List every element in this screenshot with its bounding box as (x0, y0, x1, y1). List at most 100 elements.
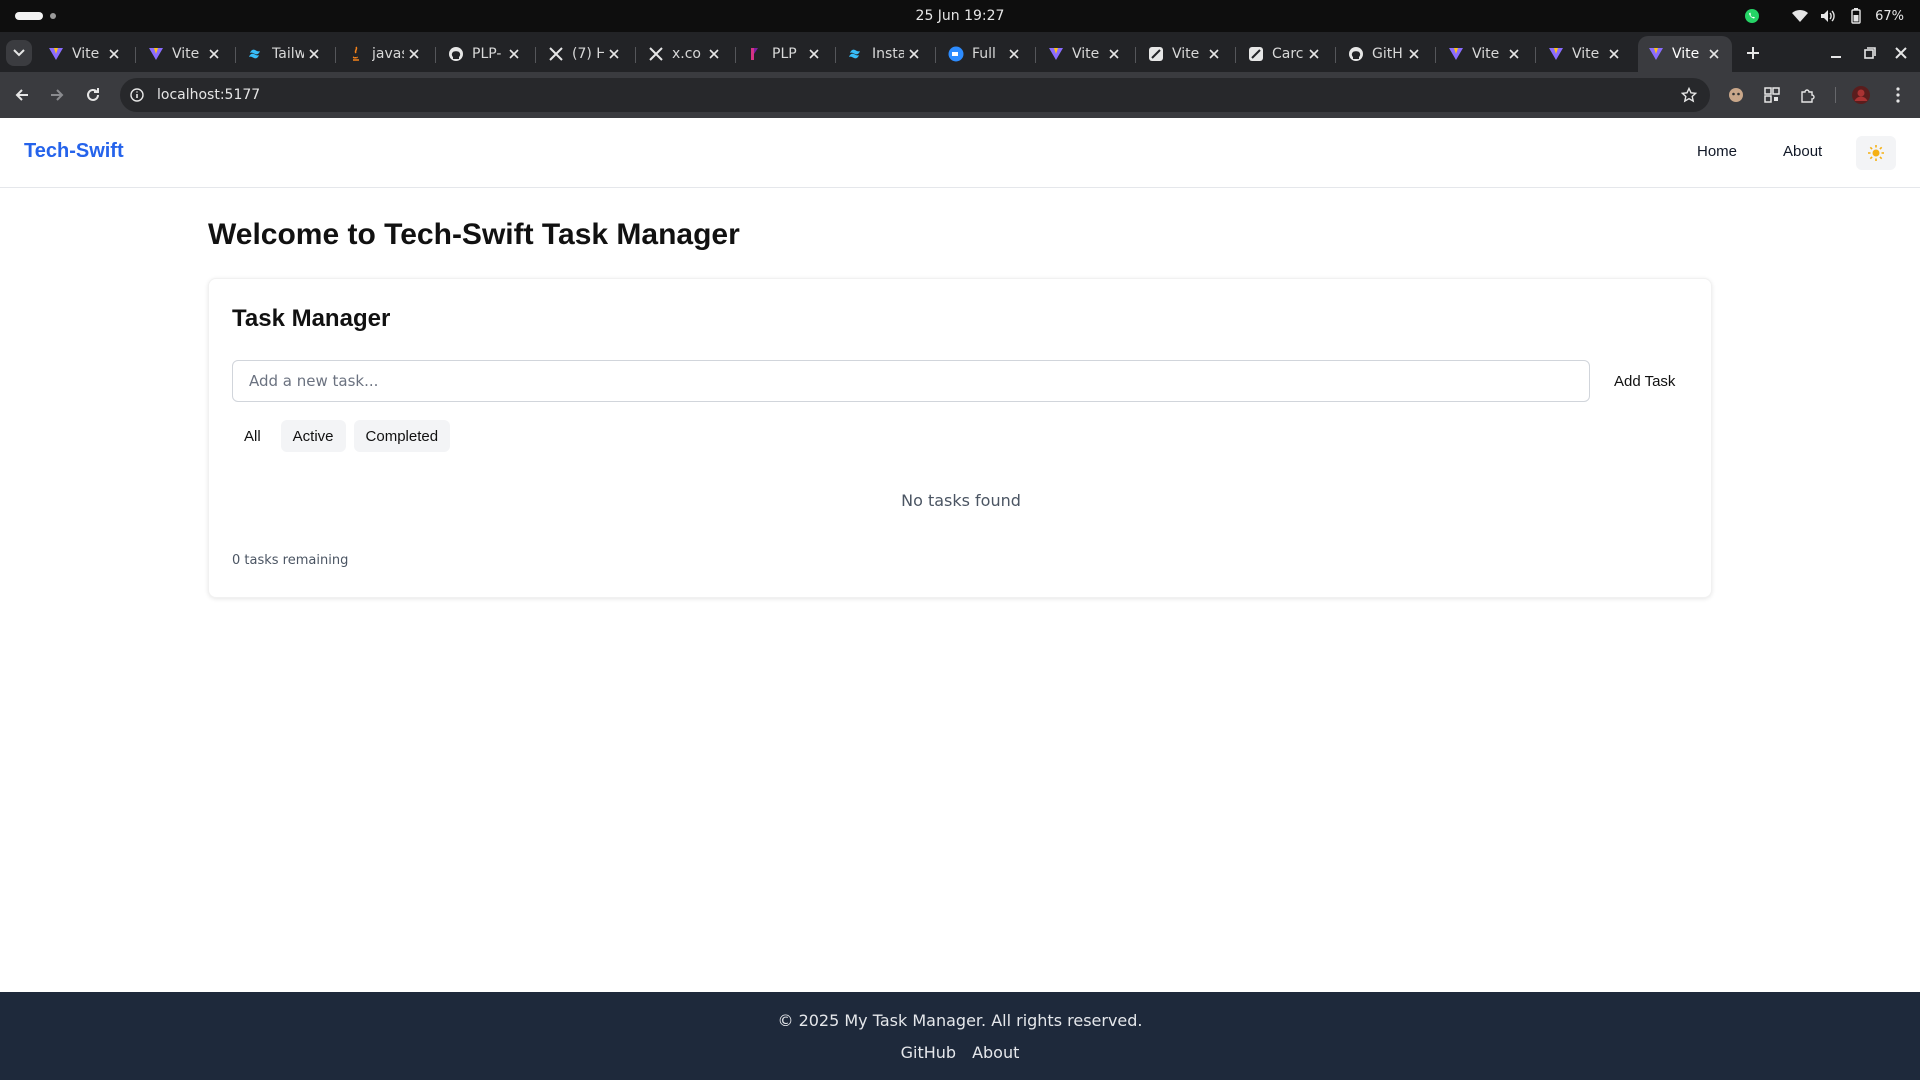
browser-tab[interactable]: Vite (1138, 36, 1232, 72)
filter-all-button[interactable]: All (232, 420, 273, 452)
footer-link-about[interactable]: About (972, 1043, 1019, 1062)
tab-divider (1235, 47, 1236, 63)
vite-icon (48, 46, 64, 62)
extension-qr-icon[interactable] (1761, 84, 1783, 106)
sun-icon (1868, 145, 1884, 161)
wifi-icon (1791, 7, 1809, 25)
filter-active-button[interactable]: Active (280, 420, 346, 452)
close-icon (1895, 47, 1907, 59)
tab-divider (135, 47, 136, 63)
browser-tab[interactable]: Insta (838, 36, 932, 72)
close-window-button[interactable] (1890, 42, 1912, 64)
tailwind-icon (848, 46, 864, 62)
tab-divider (1535, 47, 1536, 63)
close-icon[interactable] (706, 46, 722, 62)
task-filters: All Active Completed (232, 420, 451, 452)
reload-icon (87, 88, 99, 101)
tab-title: Insta (872, 46, 904, 62)
close-icon[interactable] (106, 46, 122, 62)
close-icon[interactable] (1106, 46, 1122, 62)
bookmark-star-icon[interactable] (1680, 86, 1698, 104)
add-task-button[interactable]: Add Task (1602, 364, 1687, 398)
close-icon[interactable] (1606, 46, 1622, 62)
tasks-remaining-count: 0 tasks remaining (232, 553, 349, 568)
extension-cookie-icon[interactable] (1725, 84, 1747, 106)
browser-tab[interactable]: Full (938, 36, 1032, 72)
close-icon[interactable] (906, 46, 922, 62)
browser-tab[interactable]: Vite (38, 36, 132, 72)
tab-title: Vite (1172, 46, 1200, 62)
os-clock[interactable]: 25 Jun 19:27 (0, 8, 1920, 24)
browser-tab[interactable]: GitH (1338, 36, 1432, 72)
new-task-input[interactable] (232, 360, 1590, 402)
browser-tab[interactable]: x.co (638, 36, 732, 72)
site-info-icon[interactable] (128, 86, 146, 104)
restore-window-button[interactable] (1859, 42, 1881, 64)
back-button[interactable] (10, 83, 34, 107)
address-bar[interactable]: localhost:5177 (120, 78, 1710, 112)
slash-icon (1148, 46, 1164, 62)
nav-link-home[interactable]: Home (1697, 143, 1737, 160)
browser-tab[interactable]: Vite (1638, 36, 1732, 72)
browser-tab[interactable]: javas (338, 36, 432, 72)
tab-title: Vite (1672, 46, 1700, 62)
tab-divider (835, 47, 836, 63)
reload-button[interactable] (81, 83, 105, 107)
tab-title: Full (972, 46, 996, 62)
system-tray[interactable]: 67% (1743, 7, 1904, 25)
close-icon[interactable] (506, 46, 522, 62)
browser-tab[interactable]: Vite (138, 36, 232, 72)
browser-tab[interactable]: Vite (1038, 36, 1132, 72)
slash-icon (1248, 46, 1264, 62)
forward-button[interactable] (45, 83, 69, 107)
close-icon[interactable] (1406, 46, 1422, 62)
close-icon[interactable] (1206, 46, 1222, 62)
close-icon[interactable] (1306, 46, 1322, 62)
task-manager-card: Task Manager Add Task All Active Complet… (208, 278, 1712, 598)
profile-avatar[interactable] (1850, 84, 1872, 106)
new-tab-button[interactable] (1742, 42, 1764, 64)
footer-link-github[interactable]: GitHub (901, 1043, 956, 1062)
url-text[interactable]: localhost:5177 (157, 87, 260, 103)
close-icon[interactable] (406, 46, 422, 62)
close-icon[interactable] (306, 46, 322, 62)
site-footer: © 2025 My Task Manager. All rights reser… (0, 992, 1920, 1080)
close-icon[interactable] (206, 46, 222, 62)
tab-divider (235, 47, 236, 63)
close-icon[interactable] (1006, 46, 1022, 62)
page-content: Tech-Swift Home About Welcome to Tech-Sw… (0, 118, 1920, 1080)
tab-divider (1035, 47, 1036, 63)
extensions-puzzle-icon[interactable] (1797, 84, 1819, 106)
vite-icon (1648, 46, 1664, 62)
chevron-down-icon (13, 49, 25, 57)
tab-search-button[interactable] (6, 40, 32, 66)
minimize-icon (1831, 56, 1841, 58)
tab-title: Vite (172, 46, 200, 62)
tab-divider (1335, 47, 1336, 63)
tab-divider (435, 47, 436, 63)
volume-icon (1819, 7, 1837, 25)
browser-tab[interactable]: Tailw (238, 36, 332, 72)
tailwind-icon (248, 46, 264, 62)
browser-tab[interactable]: PLP (738, 36, 832, 72)
nav-link-about[interactable]: About (1783, 143, 1822, 160)
browser-menu-icon[interactable] (1887, 84, 1909, 106)
whatsapp-icon[interactable] (1743, 7, 1761, 25)
brand-logo[interactable]: Tech-Swift (24, 140, 124, 163)
theme-toggle-button[interactable] (1856, 136, 1896, 170)
browser-tab[interactable]: Carc (1238, 36, 1332, 72)
close-icon[interactable] (606, 46, 622, 62)
tab-divider (735, 47, 736, 63)
filter-completed-button[interactable]: Completed (353, 420, 451, 452)
browser-tab[interactable]: Vite (1438, 36, 1532, 72)
close-icon[interactable] (1506, 46, 1522, 62)
battery-icon (1847, 7, 1865, 25)
close-icon[interactable] (1706, 46, 1722, 62)
vite-icon (1548, 46, 1564, 62)
minimize-window-button[interactable] (1825, 42, 1847, 64)
browser-tab[interactable]: Vite (1538, 36, 1632, 72)
browser-tab[interactable]: PLP- (438, 36, 532, 72)
close-icon[interactable] (806, 46, 822, 62)
browser-tab[interactable]: (7) H (538, 36, 632, 72)
vite-icon (148, 46, 164, 62)
